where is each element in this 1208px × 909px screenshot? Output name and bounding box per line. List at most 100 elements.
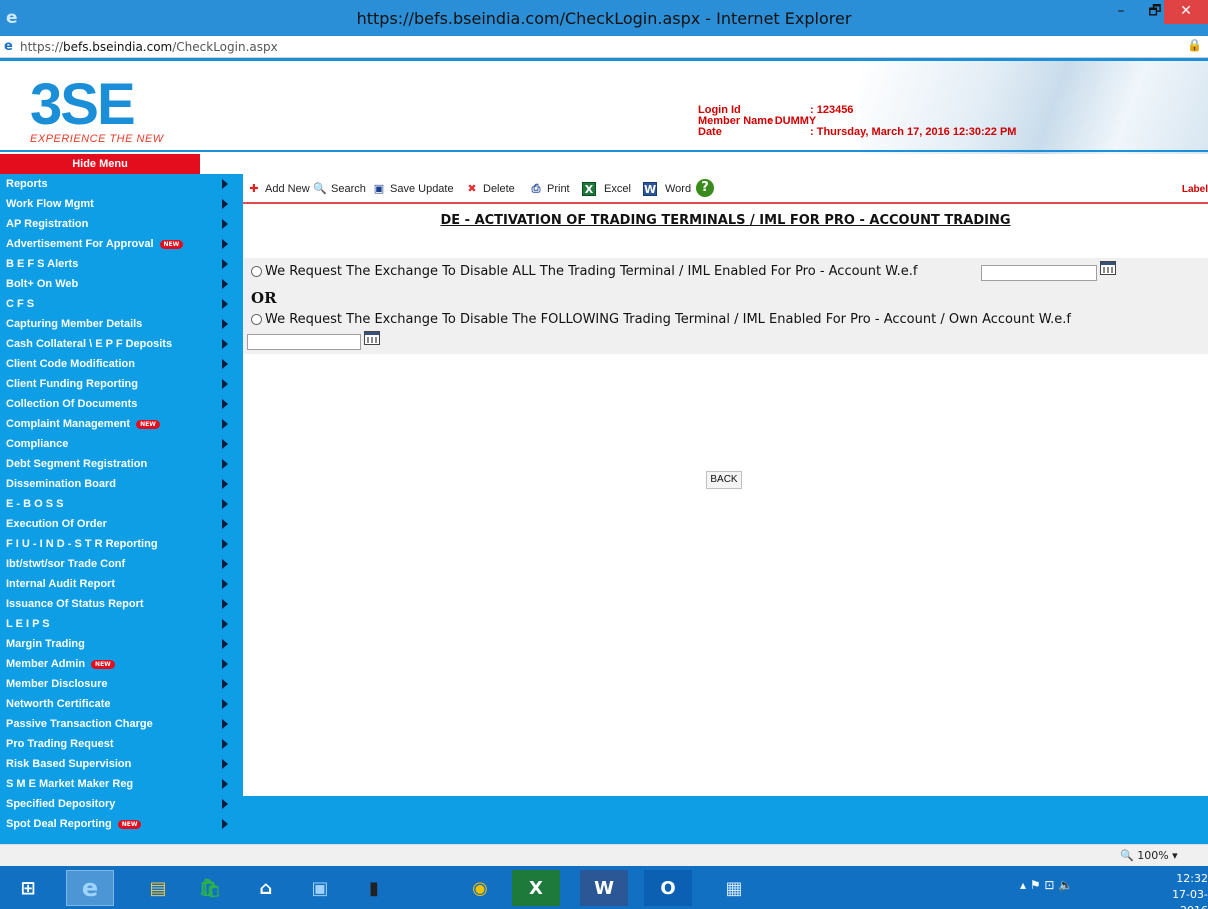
sidebar-item-label: Complaint Management [6,418,131,430]
chart-app-icon[interactable]: ▦ [710,870,758,906]
sidebar-item[interactable]: Pro Trading Request [0,734,243,754]
sidebar-item[interactable]: Member Admin NEW [0,654,243,674]
address-bar[interactable]: e https://befs.bseindia.com/CheckLogin.a… [0,36,1208,58]
sidebar-item[interactable]: Reports [0,174,243,194]
save-update-button[interactable]: ▣ Save Update [372,182,454,196]
submenu-arrow-icon [222,679,228,689]
sidebar-item[interactable]: B E F S Alerts [0,254,243,274]
new-badge-icon: NEW [117,819,142,829]
word-app-icon[interactable]: W [580,870,628,906]
sidebar-item[interactable]: Margin Trading [0,634,243,654]
search-button[interactable]: 🔍 Search [313,182,366,196]
sidebar-item[interactable]: Dissemination Board [0,474,243,494]
zoom-control[interactable]: 🔍 100% ▾ [1120,849,1178,862]
system-tray[interactable]: ▴ ⚑ ⊡ 🔈 [1020,878,1073,892]
sidebar-item[interactable]: Client Funding Reporting [0,374,243,394]
delete-button[interactable]: ✖ Delete [465,182,514,196]
calendar-icon[interactable] [364,331,380,345]
sidebar-item[interactable]: S M E Market Maker Reg [0,774,243,794]
help-button[interactable]: ? [696,179,718,197]
option-disable-following-label: We Request The Exchange To Disable The F… [265,312,1071,327]
sidebar-item[interactable]: Debt Segment Registration [0,454,243,474]
submenu-arrow-icon [222,559,228,569]
date-field-following[interactable] [247,334,361,350]
sidebar-item[interactable]: Complaint Management NEW [0,414,243,434]
sidebar-item[interactable]: Execution Of Order [0,514,243,534]
mail-app-icon[interactable]: ▣ [296,870,344,906]
submenu-arrow-icon [222,359,228,369]
chrome-icon[interactable]: ◉ [456,870,504,906]
sidebar-item[interactable]: Specified Depository [0,794,243,814]
sidebar-item-label: S M E Market Maker Reg [6,778,134,790]
sidebar-item[interactable]: Collection Of Documents [0,394,243,414]
internet-explorer-icon[interactable]: e [66,870,114,906]
sidebar-item-label: Execution Of Order [6,518,107,530]
sidebar-item[interactable]: AP Registration [0,214,243,234]
login-id-value: : 123456 [810,104,854,116]
sidebar-item[interactable]: Capturing Member Details [0,314,243,334]
phone-app-icon[interactable]: ▮ [350,870,398,906]
sidebar-item[interactable]: Passive Transaction Charge [0,714,243,734]
excel-app-icon[interactable]: X [512,870,560,906]
sidebar-item[interactable]: Compliance [0,434,243,454]
hide-menu-button[interactable]: Hide Menu [0,154,200,174]
add-new-button[interactable]: ✚ Add New [247,182,309,196]
option-disable-all[interactable]: We Request The Exchange To Disable ALL T… [251,264,917,279]
sidebar-item-label: Specified Depository [6,798,116,810]
sidebar-item-label: Debt Segment Registration [6,458,148,470]
submenu-arrow-icon [222,379,228,389]
logo-tagline: EXPERIENCE THE NEW [30,133,164,145]
home-icon[interactable]: ⌂ [242,870,290,906]
sidebar-item[interactable]: E - B O S S [0,494,243,514]
sidebar-item-label: Cash Collateral \ E P F Deposits [6,338,173,350]
submenu-arrow-icon [222,519,228,529]
date-value: : Thursday, March 17, 2016 12:30:22 PM [810,126,1017,138]
sidebar-item[interactable]: Spot Deal Reporting NEW [0,814,243,834]
store-icon[interactable]: 🛍 [186,870,234,906]
sidebar-item-label: L E I P S [6,618,50,630]
option-disable-following[interactable]: We Request The Exchange To Disable The F… [251,312,1071,327]
sidebar-item[interactable]: Ibt/stwt/sor Trade Conf [0,554,243,574]
radio-disable-following[interactable] [251,314,262,325]
close-button[interactable]: ✕ [1164,0,1208,24]
clock-date: 17-03-2016 [1172,888,1208,909]
sidebar-item[interactable]: Networth Certificate [0,694,243,714]
outlook-app-icon[interactable]: O [644,870,692,906]
submenu-arrow-icon [222,259,228,269]
sidebar-item-label: Member Disclosure [6,678,108,690]
sidebar-item[interactable]: Cash Collateral \ E P F Deposits [0,334,243,354]
word-button[interactable]: W Word [643,182,691,196]
calendar-icon[interactable] [1100,261,1116,275]
label-link[interactable]: Label [1182,184,1208,195]
submenu-arrow-icon [222,739,228,749]
submenu-arrow-icon [222,579,228,589]
excel-button[interactable]: X Excel [582,182,631,196]
back-button[interactable]: BACK [706,471,742,489]
submenu-arrow-icon [222,339,228,349]
sidebar-item[interactable]: F I U - I N D - S T R Reporting [0,534,243,554]
sidebar-item[interactable]: Bolt+ On Web [0,274,243,294]
lock-icon[interactable]: 🔒 [1187,38,1202,52]
sidebar-item[interactable]: C F S [0,294,243,314]
clock[interactable]: 12:32 17-03-2016 [1148,871,1208,909]
sidebar-item[interactable]: Issuance Of Status Report [0,594,243,614]
deactivation-form: We Request The Exchange To Disable ALL T… [243,258,1208,354]
sidebar-item[interactable]: Internal Audit Report [0,574,243,594]
minimize-button[interactable]: – [1104,0,1138,24]
sidebar-item[interactable]: Advertisement For Approval NEW [0,234,243,254]
submenu-arrow-icon [222,759,228,769]
print-button[interactable]: ⎙ Print [529,182,570,196]
sidebar-item[interactable]: Member Disclosure [0,674,243,694]
submenu-arrow-icon [222,239,228,249]
sidebar-item-label: Advertisement For Approval [6,238,154,250]
date-field-all[interactable] [981,265,1097,281]
radio-disable-all[interactable] [251,266,262,277]
file-explorer-icon[interactable]: ▤ [134,870,182,906]
sidebar-item[interactable]: Work Flow Mgmt [0,194,243,214]
start-windows-icon[interactable]: ⊞ [4,870,52,906]
url-text[interactable]: https://befs.bseindia.com/CheckLogin.asp… [20,40,278,54]
sidebar-item[interactable]: L E I P S [0,614,243,634]
toolbar: ✚ Add New 🔍 Search ▣ Save Update ✖ Delete ⎙ P… [243,174,1208,204]
sidebar-item[interactable]: Risk Based Supervision [0,754,243,774]
sidebar-item[interactable]: Client Code Modification [0,354,243,374]
